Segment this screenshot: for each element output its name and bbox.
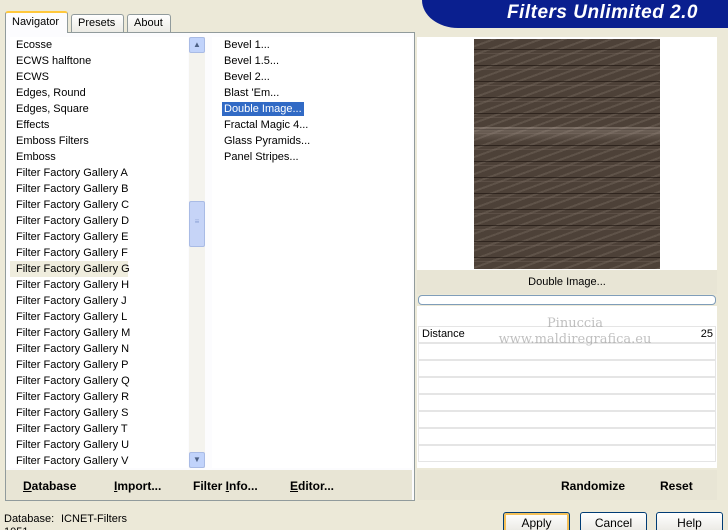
reset-button[interactable]: Reset bbox=[660, 479, 693, 493]
parameter-row-empty bbox=[418, 428, 716, 445]
category-item[interactable]: Filter Factory Gallery H bbox=[10, 277, 188, 293]
filter-item[interactable]: Double Image... bbox=[212, 101, 412, 117]
scroll-down-button[interactable]: ▼ bbox=[189, 452, 205, 468]
filter-item-label: Double Image... bbox=[222, 102, 304, 116]
filter-item-label: Glass Pyramids... bbox=[224, 135, 311, 147]
help-button[interactable]: Help bbox=[656, 512, 723, 530]
cancel-button[interactable]: Cancel bbox=[580, 512, 647, 530]
filter-item-label: Bevel 2... bbox=[224, 71, 270, 83]
category-item[interactable]: Filter Factory Gallery A bbox=[10, 165, 188, 181]
filter-count-status: 1051 bbox=[4, 526, 28, 530]
category-item[interactable]: Filter Factory Gallery D bbox=[10, 213, 188, 229]
category-item[interactable]: Ecosse bbox=[10, 37, 188, 53]
watermark: Pinuccia www.maldiregrafica.eu bbox=[498, 316, 652, 347]
filter-item[interactable]: Glass Pyramids... bbox=[212, 133, 412, 149]
category-item[interactable]: ECWS halftone bbox=[10, 53, 188, 69]
app-title: Filters Unlimited 2.0 bbox=[506, 2, 698, 23]
progress-bar bbox=[418, 295, 716, 305]
database-status: Database: ICNET-Filters bbox=[4, 513, 127, 525]
tab-presets[interactable]: Presets bbox=[71, 14, 124, 32]
filter-item-label: Panel Stripes... bbox=[224, 151, 299, 163]
parameter-row-empty bbox=[418, 445, 716, 462]
filter-item[interactable]: Bevel 2... bbox=[212, 69, 412, 85]
filter-item-label: Blast 'Em... bbox=[224, 87, 280, 99]
category-item[interactable]: Filter Factory Gallery N bbox=[10, 341, 188, 357]
filter-item-label: Bevel 1... bbox=[224, 39, 270, 51]
category-item[interactable]: Filter Factory Gallery C bbox=[10, 197, 188, 213]
category-item[interactable]: Filter Factory Gallery R bbox=[10, 389, 188, 405]
parameter-row-empty bbox=[418, 394, 716, 411]
navigator-button-bar: Database Import... Filter Info... Editor… bbox=[6, 470, 412, 500]
selected-filter-name: Double Image... bbox=[417, 270, 717, 294]
category-item[interactable]: Filter Factory Gallery T bbox=[10, 421, 188, 437]
filter-item[interactable]: Bevel 1.5... bbox=[212, 53, 412, 69]
category-item[interactable]: Filter Factory Gallery J bbox=[10, 293, 188, 309]
category-item[interactable]: Effects bbox=[10, 117, 188, 133]
randomize-button[interactable]: Randomize bbox=[561, 479, 625, 493]
category-item[interactable]: Filter Factory Gallery S bbox=[10, 405, 188, 421]
import-button[interactable]: Import... bbox=[114, 479, 161, 493]
category-item[interactable]: Edges, Round bbox=[10, 85, 188, 101]
editor-button[interactable]: Editor... bbox=[290, 479, 334, 493]
scroll-thumb[interactable]: ≡ bbox=[189, 201, 205, 247]
parameter-label: Distance bbox=[422, 328, 465, 340]
filter-item[interactable]: Panel Stripes... bbox=[212, 149, 412, 165]
parameter-row-empty bbox=[418, 360, 716, 377]
database-status-value: ICNET-Filters bbox=[61, 513, 127, 525]
database-status-label: Database: bbox=[4, 513, 55, 525]
tab-about[interactable]: About bbox=[127, 14, 171, 32]
category-item[interactable]: Edges, Square bbox=[10, 101, 188, 117]
category-item[interactable]: Filter Factory Gallery L bbox=[10, 309, 188, 325]
category-item[interactable]: ECWS bbox=[10, 69, 188, 85]
filter-item-label: Fractal Magic 4... bbox=[224, 119, 309, 131]
category-item[interactable]: Filter Factory Gallery U bbox=[10, 437, 188, 453]
filter-item-label: Bevel 1.5... bbox=[224, 55, 280, 67]
filter-info-button[interactable]: Filter Info... bbox=[193, 479, 258, 493]
category-item[interactable]: Emboss Filters bbox=[10, 133, 188, 149]
preview-button-bar: Randomize Reset bbox=[417, 470, 717, 500]
chevron-down-icon: ▼ bbox=[193, 455, 201, 464]
category-item[interactable]: Filter Factory Gallery E bbox=[10, 229, 188, 245]
category-item[interactable]: Filter Factory Gallery F bbox=[10, 245, 188, 261]
filter-item[interactable]: Blast 'Em... bbox=[212, 85, 412, 101]
category-item[interactable]: Filter Factory Gallery Q bbox=[10, 373, 188, 389]
category-item[interactable]: Emboss bbox=[10, 149, 188, 165]
parameter-row-empty bbox=[418, 377, 716, 394]
apply-button[interactable]: Apply bbox=[503, 512, 570, 530]
chevron-up-icon: ▲ bbox=[193, 40, 201, 49]
category-scrollbar[interactable]: ▲ ≡ ▼ bbox=[189, 37, 205, 468]
database-button[interactable]: Database bbox=[23, 479, 76, 493]
filter-item[interactable]: Bevel 1... bbox=[212, 37, 412, 53]
parameter-value[interactable]: 25 bbox=[701, 328, 713, 340]
category-list[interactable]: Ecosse ECWS halftone ECWS Edges, Round Edges… bbox=[10, 37, 188, 468]
category-item[interactable]: Filter Factory Gallery P bbox=[10, 357, 188, 373]
filter-item[interactable]: Fractal Magic 4... bbox=[212, 117, 412, 133]
category-item[interactable]: Filter Factory Gallery V bbox=[10, 453, 188, 468]
parameter-row-empty bbox=[418, 411, 716, 428]
scroll-up-button[interactable]: ▲ bbox=[189, 37, 205, 53]
title-banner: Filters Unlimited 2.0 bbox=[422, 0, 728, 28]
preview-image[interactable] bbox=[474, 39, 660, 269]
category-item[interactable]: Filter Factory Gallery B bbox=[10, 181, 188, 197]
category-item[interactable]: Filter Factory Gallery G bbox=[10, 261, 130, 277]
tab-navigator[interactable]: Navigator bbox=[5, 11, 68, 33]
filter-list[interactable]: Bevel 1... Bevel 1.5... Bevel 2... Blast 'E… bbox=[212, 37, 412, 468]
category-item[interactable]: Filter Factory Gallery M bbox=[10, 325, 188, 341]
